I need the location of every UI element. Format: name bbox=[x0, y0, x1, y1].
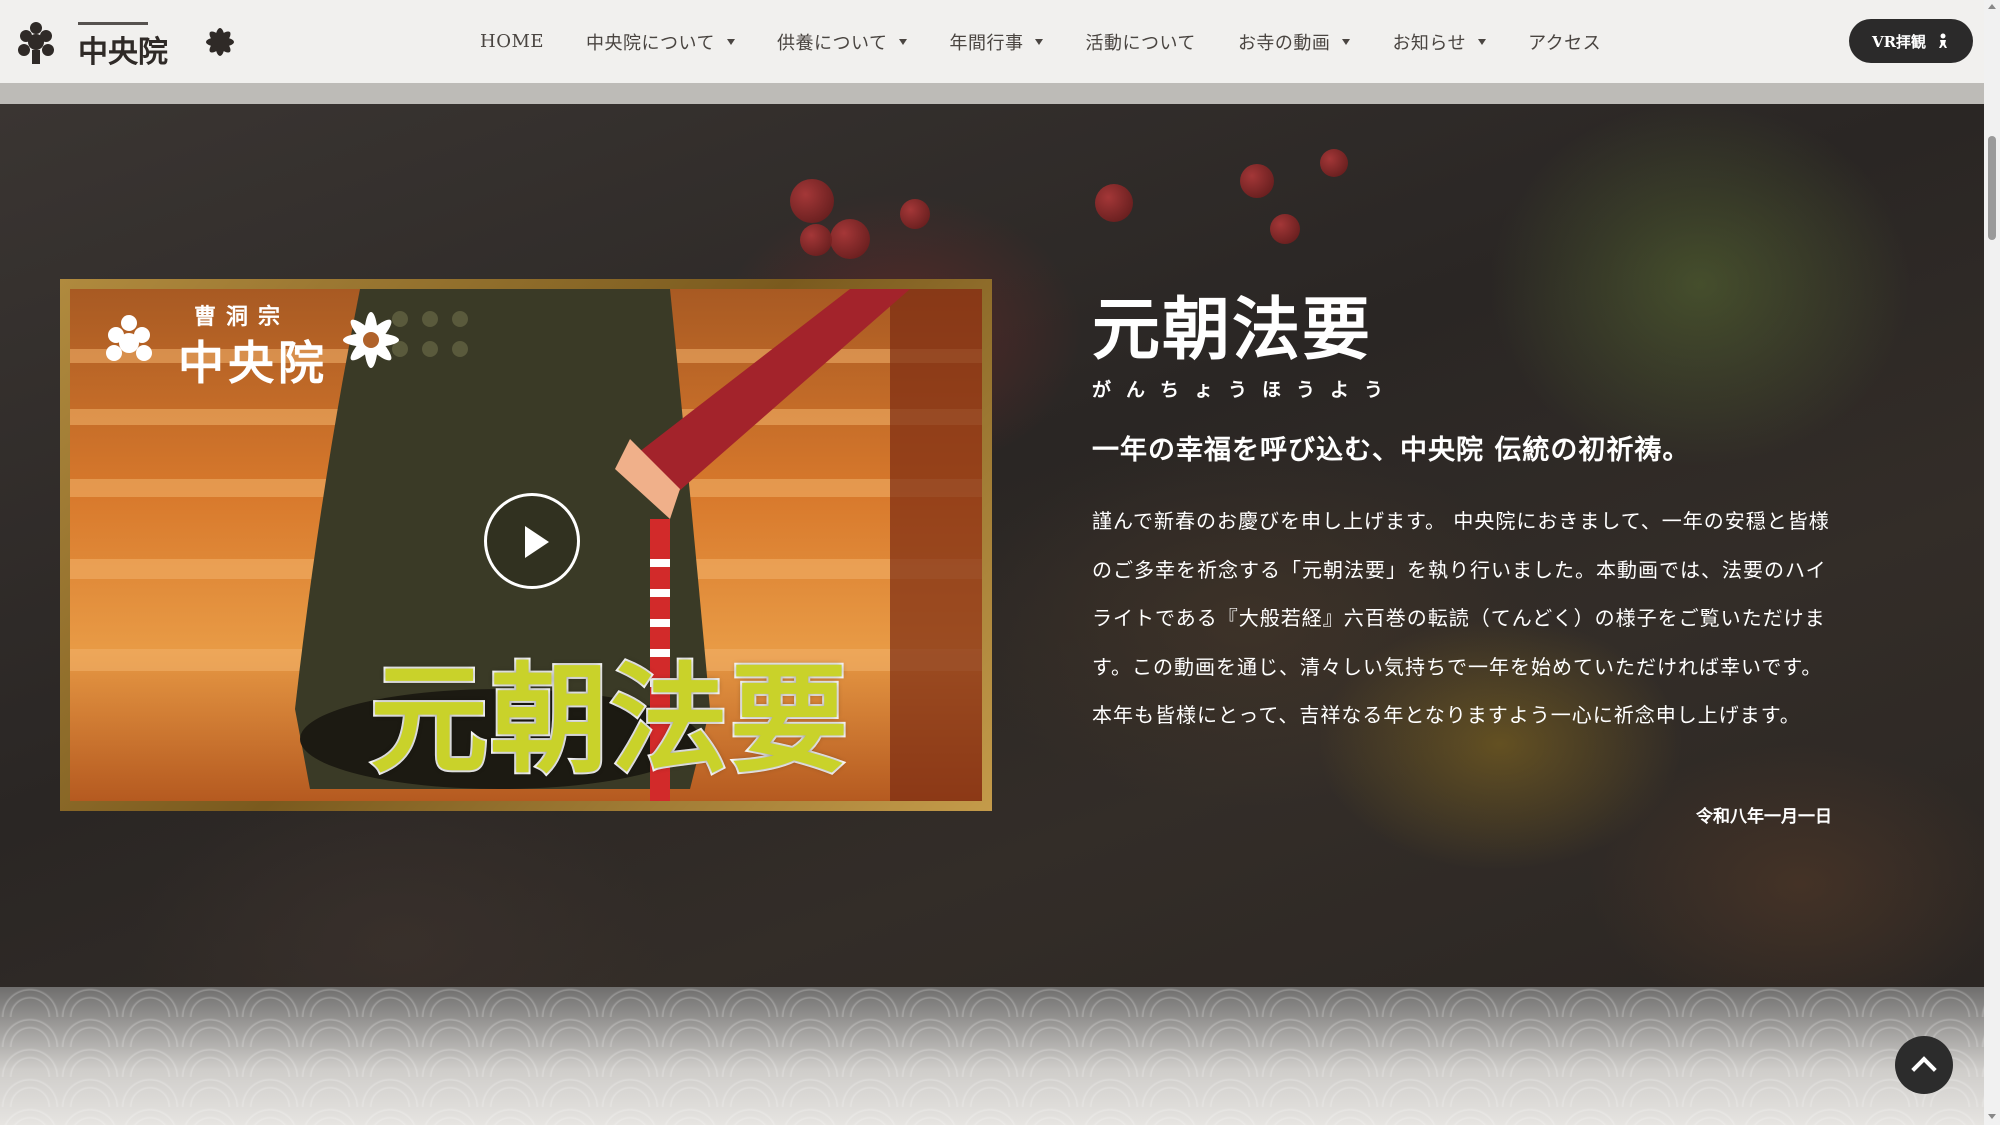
nav-memorial[interactable]: 供養について bbox=[777, 29, 908, 55]
nav-memorial-label: 供養について bbox=[777, 32, 888, 54]
page-scrollbar[interactable] bbox=[1984, 0, 2000, 1125]
video-thumbnail: 曹洞宗 中央院 元朝法要 bbox=[70, 289, 982, 801]
scroll-thumb[interactable] bbox=[1988, 136, 1996, 240]
caret-down-icon bbox=[1478, 38, 1487, 45]
nav-news-label: お知らせ bbox=[1392, 32, 1467, 54]
temple-logo-icon: 中央院 bbox=[18, 22, 234, 70]
nav-videos[interactable]: お寺の動画 bbox=[1238, 29, 1351, 55]
nav-home[interactable]: HOME bbox=[480, 31, 544, 52]
caret-down-icon bbox=[727, 38, 735, 45]
nav-access-label: アクセス bbox=[1528, 32, 1602, 54]
scroll-down-icon[interactable] bbox=[1988, 1114, 1996, 1119]
main-nav: HOME 中央院について 供養について 年間行事 活動について お寺の動画 お知… bbox=[480, 0, 1643, 83]
chevron-up-icon[interactable] bbox=[1895, 1036, 1953, 1094]
hero-section: 曹洞宗 中央院 元朝法要 元朝法要 がんちょうほうよう 一年の幸福を呼び込む、中… bbox=[0, 104, 1984, 987]
nav-access[interactable]: アクセス bbox=[1528, 29, 1601, 55]
nav-events-label: 年間行事 bbox=[949, 32, 1024, 54]
nav-activities-label: 活動について bbox=[1085, 32, 1196, 54]
thumbnail-brand-name: 中央院 bbox=[178, 336, 328, 390]
nav-about-label: 中央院について bbox=[586, 32, 715, 54]
flower-crest-icon bbox=[343, 312, 399, 368]
nav-home-label: HOME bbox=[480, 31, 545, 52]
caret-down-icon bbox=[1035, 38, 1044, 45]
thumbnail-title: 元朝法要 bbox=[368, 648, 851, 791]
article-subtitle: 一年の幸福を呼び込む、中央院 伝統の初祈祷。 bbox=[1092, 435, 1691, 466]
video-player[interactable]: 曹洞宗 中央院 元朝法要 bbox=[60, 279, 992, 811]
caret-down-icon bbox=[899, 38, 908, 45]
vr-tour-label: VR拝観 bbox=[1871, 32, 1927, 51]
crest-icon bbox=[106, 315, 152, 361]
wave-pattern-section bbox=[0, 987, 1984, 1125]
site-header: 中央院 HOME 中央院について 供養について 年間行事 活動について お寺の動… bbox=[0, 0, 1984, 104]
play-icon[interactable] bbox=[484, 493, 580, 589]
person-icon bbox=[1939, 33, 1948, 48]
scroll-up-icon[interactable] bbox=[1988, 4, 1996, 9]
article-content: 元朝法要 がんちょうほうよう 一年の幸福を呼び込む、中央院 伝統の初祈祷。 謹ん… bbox=[1092, 274, 1832, 827]
nav-events[interactable]: 年間行事 bbox=[949, 29, 1044, 55]
article-date: 令和八年一月一日 bbox=[1696, 806, 1832, 827]
article-title: 元朝法要 bbox=[1092, 291, 1373, 370]
nav-news[interactable]: お知らせ bbox=[1392, 29, 1487, 55]
caret-down-icon bbox=[1342, 38, 1351, 45]
svg-text:中央院: 中央院 bbox=[78, 35, 168, 70]
nav-about[interactable]: 中央院について bbox=[586, 29, 735, 55]
nav-activities[interactable]: 活動について bbox=[1085, 29, 1195, 55]
nav-videos-label: お寺の動画 bbox=[1237, 32, 1331, 54]
article-body: 謹んで新春のお慶びを申し上げます。 中央院におきまして、一年の安穏と皆様のご多幸… bbox=[1092, 509, 1830, 727]
site-logo[interactable]: 中央院 bbox=[10, 12, 245, 72]
vr-tour-button[interactable]: VR拝観 bbox=[1849, 19, 1973, 63]
article-reading: がんちょうほうよう bbox=[1092, 379, 1399, 401]
